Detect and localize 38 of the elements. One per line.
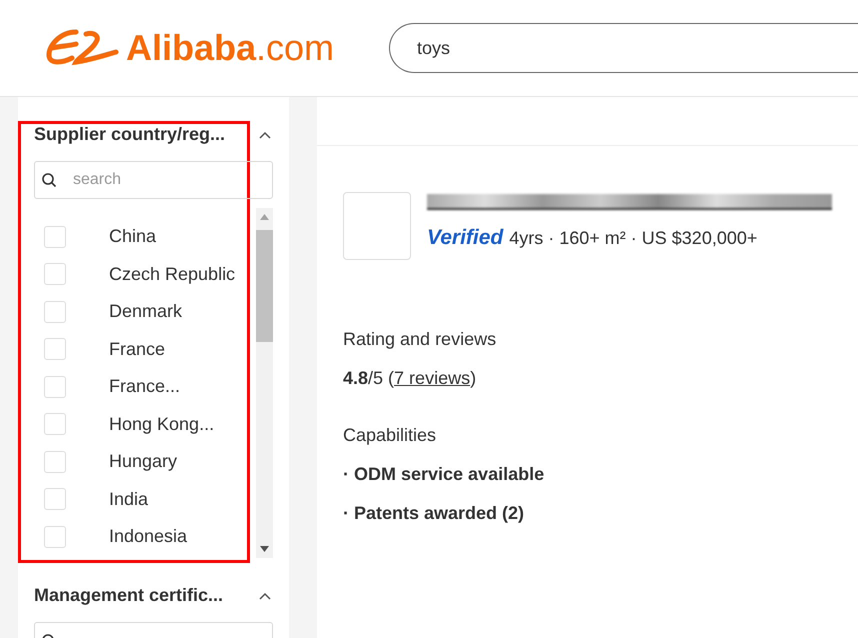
country-label[interactable]: Hong Kong... [109,410,214,438]
search-field[interactable]: search [34,161,273,199]
verified-label: Verified [427,225,504,251]
country-label[interactable]: France... [109,373,180,400]
checkbox[interactable] [44,263,66,286]
capability-item: · ODM service available [343,463,544,486]
checkbox[interactable] [44,526,66,548]
chevron-up-icon[interactable] [259,592,271,600]
checkbox[interactable] [44,488,66,510]
supplier-facts: 4yrs · 160+ m² · US $320,000+ [509,227,758,250]
checkbox[interactable] [44,413,66,436]
checkbox[interactable] [44,376,66,398]
rating-title: Rating and reviews [343,328,496,351]
filter-title: Supplier country/reg... [34,123,226,146]
chevron-up-icon[interactable] [259,130,271,138]
country-label[interactable]: Czech Republic [109,260,236,288]
checkbox[interactable] [44,450,66,473]
country-label[interactable]: India [109,486,148,513]
scroll-down-arrow-icon[interactable] [260,546,269,552]
reviews-link[interactable]: 7 reviews [394,368,470,388]
rating-text: 4.8/5 (7 reviews) [343,367,476,390]
capabilities-title: Capabilities [343,424,436,447]
checkbox[interactable] [44,338,66,360]
country-label[interactable]: China [109,223,156,250]
checkbox[interactable] [44,226,66,248]
filter-title: Management certific... [34,584,224,607]
search-icon [41,172,57,188]
country-label[interactable]: Denmark [109,298,182,326]
scroll-up-arrow-icon[interactable] [260,214,269,220]
capability-item: · Patents awarded (2) [343,502,524,525]
supplier-logo-placeholder [343,192,411,260]
checkbox[interactable] [44,300,66,323]
country-label[interactable]: Hungary [109,448,178,476]
scrollbar[interactable] [256,208,273,558]
country-label[interactable]: Indonesia [109,523,188,550]
country-label[interactable]: France [109,336,166,363]
search-field[interactable]: toys [389,23,858,73]
scrollbar-thumb[interactable] [256,230,273,342]
